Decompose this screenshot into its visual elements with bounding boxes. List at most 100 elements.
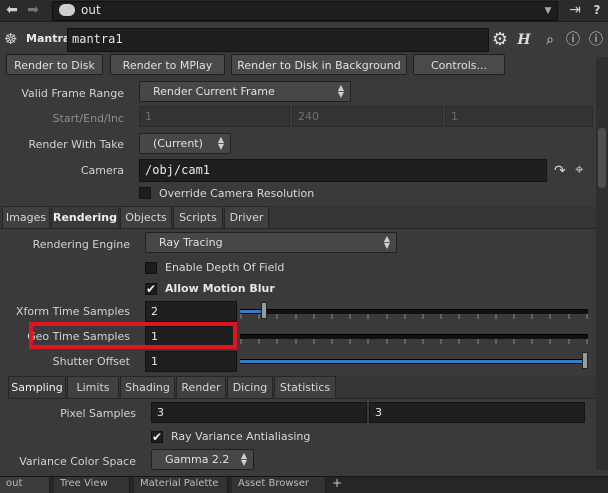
render-background-button[interactable]: Render to Disk in Background bbox=[231, 54, 407, 75]
xform-time-samples-value: 2 bbox=[151, 305, 158, 318]
variance-color-space-menu[interactable]: Gamma 2.2 ▲ ▼ bbox=[151, 449, 254, 470]
ray-variance-checkbox[interactable]: ✔ bbox=[151, 431, 163, 443]
start-frame-field: 1 bbox=[139, 106, 290, 127]
sub-tab-bar: Sampling Limits Shading Render Dicing St… bbox=[8, 376, 596, 399]
node-name-text: mantra1 bbox=[72, 32, 123, 46]
path-bar: ⬅ ➡ out ▼ ⇥ ? bbox=[0, 0, 608, 22]
variance-color-space-value: Gamma 2.2 bbox=[165, 453, 230, 466]
tab-images[interactable]: Images bbox=[2, 206, 50, 228]
render-with-take-value: (Current) bbox=[153, 137, 203, 150]
valid-frame-range-label: Valid Frame Range bbox=[21, 87, 124, 100]
pane-tab-bar: out Tree View Material Palette Asset Bro… bbox=[0, 476, 608, 493]
shutter-offset-field[interactable]: 1 bbox=[145, 351, 237, 372]
updown-arrow-icon: ▲ ▼ bbox=[337, 83, 344, 99]
subtab-render[interactable]: Render bbox=[176, 376, 226, 398]
forward-arrow-icon[interactable]: ➡ bbox=[24, 1, 42, 19]
help-icon[interactable]: ⓘ bbox=[586, 30, 606, 50]
geo-slider-ticks bbox=[240, 339, 588, 344]
camera-label: Camera bbox=[80, 164, 124, 177]
updown-arrow-icon: ▲ ▼ bbox=[240, 451, 247, 467]
render-to-mplay-button[interactable]: Render to MPlay bbox=[110, 54, 225, 75]
motion-blur-checkbox[interactable]: ✔ bbox=[145, 283, 157, 295]
pane-tab-tree-view[interactable]: Tree View bbox=[54, 477, 130, 493]
subtab-statistics[interactable]: Statistics bbox=[274, 376, 336, 398]
search-icon[interactable]: ⌕ bbox=[540, 30, 560, 50]
mantra-node-icon: ☸ bbox=[4, 30, 18, 48]
main-tab-bar: Images Rendering Objects Scripts Driver bbox=[0, 206, 596, 229]
geo-time-samples-highlight-box bbox=[29, 322, 237, 349]
end-frame-value: 240 bbox=[298, 110, 319, 123]
operator-chooser-icon[interactable]: ⌖ bbox=[575, 160, 583, 178]
subtab-sampling[interactable]: Sampling bbox=[8, 376, 66, 399]
subtab-shading[interactable]: Shading bbox=[120, 376, 175, 398]
render-to-disk-button[interactable]: Render to Disk bbox=[6, 54, 103, 75]
checkmark-icon: ✔ bbox=[152, 430, 163, 444]
pin-icon[interactable]: ⇥ bbox=[566, 1, 584, 19]
shutter-slider-fill bbox=[240, 360, 584, 363]
xform-slider-ticks bbox=[240, 314, 588, 319]
override-camera-resolution-label: Override Camera Resolution bbox=[159, 187, 315, 200]
rendering-engine-value: Ray Tracing bbox=[159, 236, 223, 249]
back-arrow-icon[interactable]: ⬅ bbox=[3, 1, 21, 19]
parameter-scrollbar[interactable] bbox=[596, 57, 608, 470]
tab-divider bbox=[0, 228, 596, 229]
shutter-offset-label: Shutter Offset bbox=[52, 355, 130, 368]
pane-tab-asset-browser[interactable]: Asset Browser bbox=[232, 477, 326, 493]
updown-arrow-icon: ▲ ▼ bbox=[383, 234, 390, 250]
subtab-limits[interactable]: Limits bbox=[67, 376, 119, 398]
xform-time-samples-label: Xform Time Samples bbox=[15, 305, 130, 318]
variance-color-space-label: Variance Color Space bbox=[19, 455, 136, 468]
ray-variance-label: Ray Variance Antialiasing bbox=[171, 430, 311, 443]
h-icon[interactable]: H bbox=[514, 30, 534, 50]
tab-scripts[interactable]: Scripts bbox=[173, 206, 223, 228]
jump-to-icon[interactable]: ↷ bbox=[554, 163, 566, 179]
info-icon[interactable]: ⓘ bbox=[563, 30, 583, 50]
depth-of-field-label: Enable Depth Of Field bbox=[165, 261, 285, 274]
subtab-divider bbox=[8, 398, 596, 399]
end-frame-field: 240 bbox=[292, 106, 443, 127]
network-object-icon bbox=[59, 4, 75, 16]
render-with-take-label: Render With Take bbox=[28, 138, 124, 151]
inc-frame-field: 1 bbox=[445, 106, 593, 127]
gear-icon[interactable]: ⚙ bbox=[490, 30, 510, 50]
shutter-offset-value: 1 bbox=[151, 355, 158, 368]
add-tab-icon[interactable]: + bbox=[332, 476, 342, 490]
network-path-field[interactable]: out ▼ bbox=[52, 1, 558, 21]
subtab-dicing[interactable]: Dicing bbox=[227, 376, 273, 398]
xform-time-samples-field[interactable]: 2 bbox=[145, 301, 237, 322]
pane-tab-material-palette[interactable]: Material Palette bbox=[134, 477, 228, 493]
pixel-samples-x-field[interactable]: 3 bbox=[151, 402, 367, 423]
start-end-inc-label: Start/End/Inc bbox=[52, 112, 124, 125]
pane-tab-out[interactable]: out bbox=[0, 477, 50, 493]
rendering-engine-menu[interactable]: Ray Tracing ▲ ▼ bbox=[145, 232, 397, 253]
scrollbar-thumb[interactable] bbox=[598, 128, 606, 188]
checkmark-icon: ✔ bbox=[146, 282, 157, 296]
camera-value: /obj/cam1 bbox=[145, 163, 211, 177]
pixel-samples-x-value: 3 bbox=[157, 406, 164, 419]
node-header: ☸ Mantra mantra1 ⚙ H ⌕ ⓘ ⓘ bbox=[0, 27, 608, 52]
shutter-slider-handle[interactable] bbox=[582, 352, 588, 369]
node-name-field[interactable]: mantra1 bbox=[67, 28, 489, 52]
valid-frame-range-menu[interactable]: Render Current Frame ▲ ▼ bbox=[139, 81, 351, 102]
node-type-label: Mantra bbox=[26, 32, 71, 45]
updown-arrow-icon: ▲ ▼ bbox=[217, 135, 224, 151]
override-camera-resolution-checkbox[interactable] bbox=[139, 187, 151, 199]
help-icon[interactable]: ? bbox=[588, 1, 606, 19]
camera-field[interactable]: /obj/cam1 bbox=[139, 159, 547, 182]
start-frame-value: 1 bbox=[145, 110, 152, 123]
motion-blur-label: Allow Motion Blur bbox=[165, 282, 275, 295]
chevron-down-icon[interactable]: ▼ bbox=[541, 2, 555, 20]
inc-frame-value: 1 bbox=[451, 110, 458, 123]
pixel-samples-y-value: 3 bbox=[375, 406, 382, 419]
controls-button[interactable]: Controls... bbox=[413, 54, 505, 75]
depth-of-field-checkbox[interactable] bbox=[145, 262, 157, 274]
tab-rendering[interactable]: Rendering bbox=[51, 206, 119, 229]
tab-objects[interactable]: Objects bbox=[120, 206, 172, 228]
pixel-samples-y-field[interactable]: 3 bbox=[369, 402, 585, 423]
rendering-engine-label: Rendering Engine bbox=[32, 238, 130, 251]
network-path-text: out bbox=[81, 3, 101, 17]
render-with-take-menu[interactable]: (Current) ▲ ▼ bbox=[139, 133, 231, 154]
valid-frame-range-value: Render Current Frame bbox=[153, 85, 275, 98]
pixel-samples-label: Pixel Samples bbox=[60, 407, 136, 420]
tab-driver[interactable]: Driver bbox=[224, 206, 269, 228]
